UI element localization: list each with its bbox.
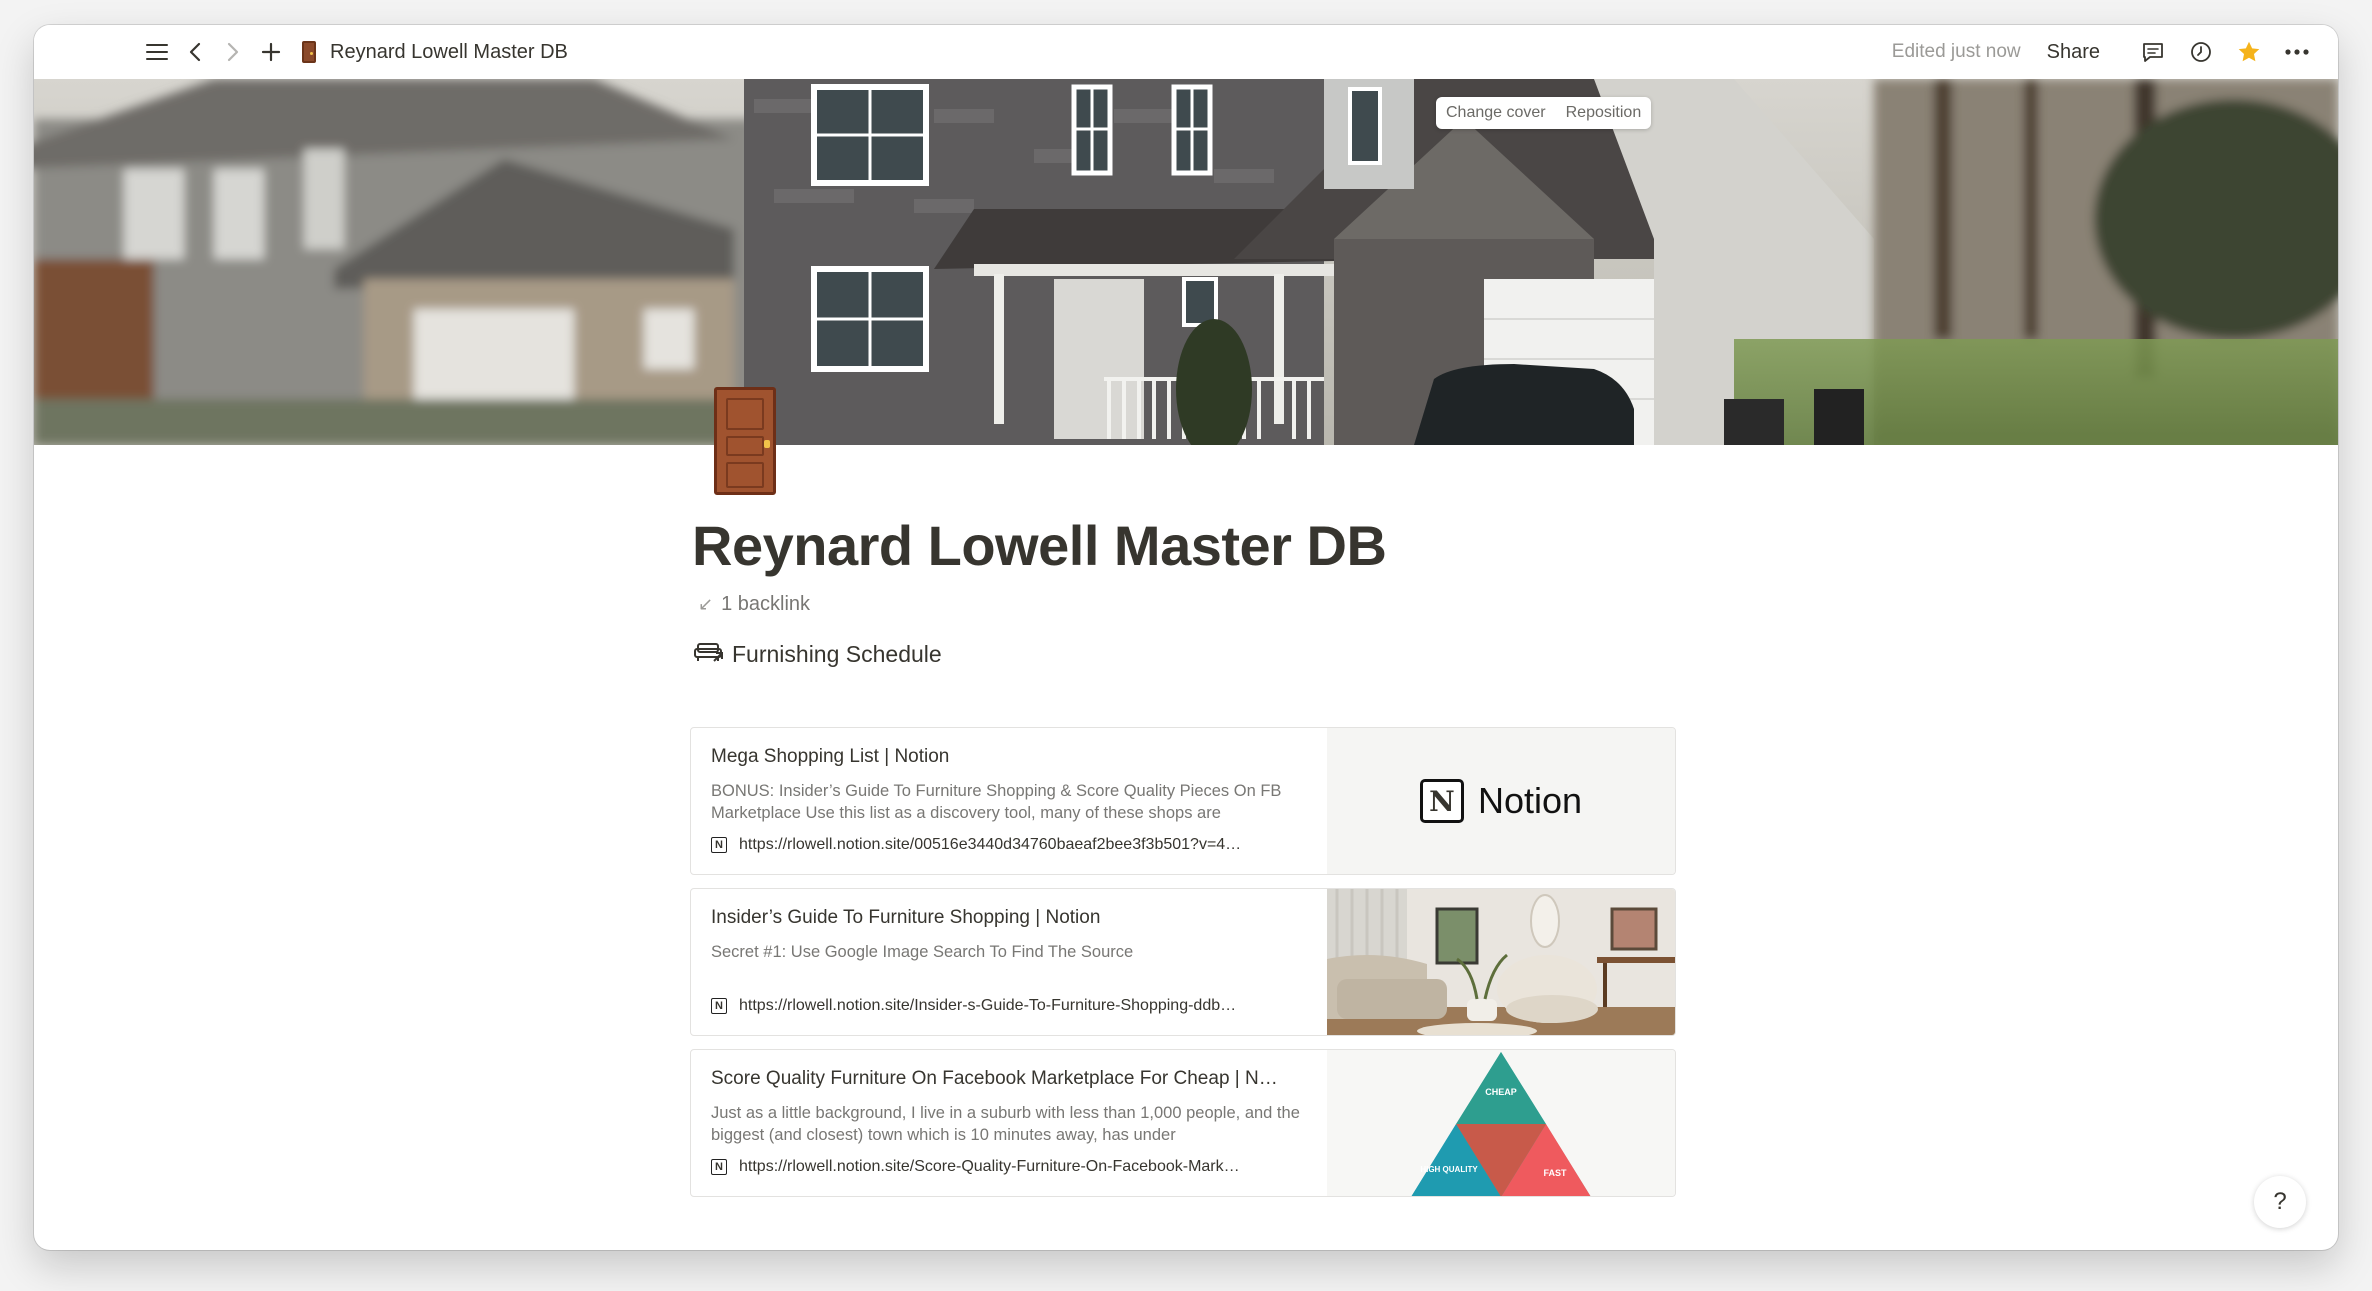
notion-logo-icon: N	[1419, 779, 1464, 823]
triangle-diagram-thumbnail: CHEAP HIGH QUALITY FAST	[1327, 1050, 1675, 1196]
sofa-link-icon	[694, 639, 724, 669]
bookmark-title: Score Quality Furniture On Facebook Mark…	[711, 1068, 1278, 1089]
reposition-button[interactable]: Reposition	[1556, 97, 1652, 129]
bookmark-title: Insider’s Guide To Furniture Shopping | …	[711, 907, 1101, 928]
comments-icon[interactable]	[2136, 35, 2170, 69]
bookmark-thumbnail: N Notion	[1327, 728, 1675, 874]
notion-wordmark: Notion	[1477, 780, 1583, 821]
sidebar-menu-icon[interactable]	[140, 35, 174, 69]
triangle-top-label: CHEAP	[1485, 1087, 1517, 1097]
bookmark-card[interactable]: Score Quality Furniture On Facebook Mark…	[690, 1049, 1676, 1197]
notion-favicon-icon: N	[711, 837, 727, 853]
bookmark-url-text: https://rlowell.notion.site/00516e3440d3…	[739, 836, 1242, 853]
top-bar-right: Edited just now Share	[1892, 25, 2314, 79]
bookmark-description: BONUS: Insider’s Guide To Furniture Shop…	[711, 782, 1282, 822]
bookmark-text: Mega Shopping List | Notion BONUS: Insid…	[711, 746, 1311, 824]
bookmark-text: Insider’s Guide To Furniture Shopping | …	[711, 907, 1311, 985]
door-icon	[302, 41, 316, 63]
more-options-icon[interactable]	[2280, 35, 2314, 69]
bookmark-url-text: https://rlowell.notion.site/Score-Qualit…	[739, 1158, 1240, 1175]
breadcrumb-title: Reynard Lowell Master DB	[330, 40, 568, 63]
back-arrow-icon[interactable]	[178, 35, 212, 69]
breadcrumb[interactable]: Reynard Lowell Master DB	[302, 41, 568, 64]
bookmark-description: Just as a little background, I live in a…	[711, 1104, 1300, 1144]
subpage-link-furnishing-schedule[interactable]: Furnishing Schedule	[694, 639, 942, 669]
backlinks-count: 1 backlink	[721, 593, 811, 615]
top-bar-left: Reynard Lowell Master DB	[140, 25, 568, 79]
history-clock-icon[interactable]	[2184, 35, 2218, 69]
favorite-star-icon[interactable]	[2232, 35, 2266, 69]
forward-arrow-icon[interactable]	[216, 35, 250, 69]
bookmark-card[interactable]: Insider’s Guide To Furniture Shopping | …	[690, 888, 1676, 1036]
cover-image[interactable]: Change cover Reposition	[34, 79, 2338, 445]
page-door-icon[interactable]	[714, 387, 776, 495]
new-page-plus-icon[interactable]	[254, 35, 288, 69]
bookmark-url: N https://rlowell.notion.site/00516e3440…	[711, 836, 1311, 854]
change-cover-button[interactable]: Change cover	[1436, 97, 1556, 129]
edited-status: Edited just now	[1891, 41, 2021, 62]
living-room-thumbnail	[1327, 889, 1675, 1035]
bookmark-card[interactable]: Mega Shopping List | Notion BONUS: Insid…	[690, 727, 1676, 875]
backlinks-link[interactable]: ↙ 1 backlink	[698, 593, 810, 616]
page-title[interactable]: Reynard Lowell Master DB	[692, 513, 1387, 578]
bookmark-text: Score Quality Furniture On Facebook Mark…	[711, 1068, 1311, 1146]
share-button[interactable]: Share	[2047, 41, 2100, 64]
bookmark-description: Secret #1: Use Google Image Search To Fi…	[711, 943, 1134, 961]
backlink-arrow-icon: ↙	[698, 594, 714, 614]
bookmark-url-text: https://rlowell.notion.site/Insider-s-Gu…	[739, 997, 1237, 1014]
triangle-right-label: FAST	[1543, 1168, 1567, 1178]
triangle-left-label: HIGH QUALITY	[1420, 1165, 1478, 1174]
cover-controls: Change cover Reposition	[1436, 97, 1652, 129]
notion-favicon-icon: N	[711, 998, 727, 1014]
app-window: Reynard Lowell Master DB Edited just now…	[34, 25, 2338, 1250]
top-bar: Reynard Lowell Master DB Edited just now…	[34, 25, 2338, 79]
help-button[interactable]: ?	[2254, 1176, 2306, 1228]
notion-favicon-icon: N	[711, 1159, 727, 1175]
subpage-title: Furnishing Schedule	[732, 640, 942, 667]
bookmark-url: N https://rlowell.notion.site/Insider-s-…	[711, 997, 1311, 1015]
bookmark-title: Mega Shopping List | Notion	[711, 746, 950, 767]
bookmark-url: N https://rlowell.notion.site/Score-Qual…	[711, 1158, 1311, 1176]
